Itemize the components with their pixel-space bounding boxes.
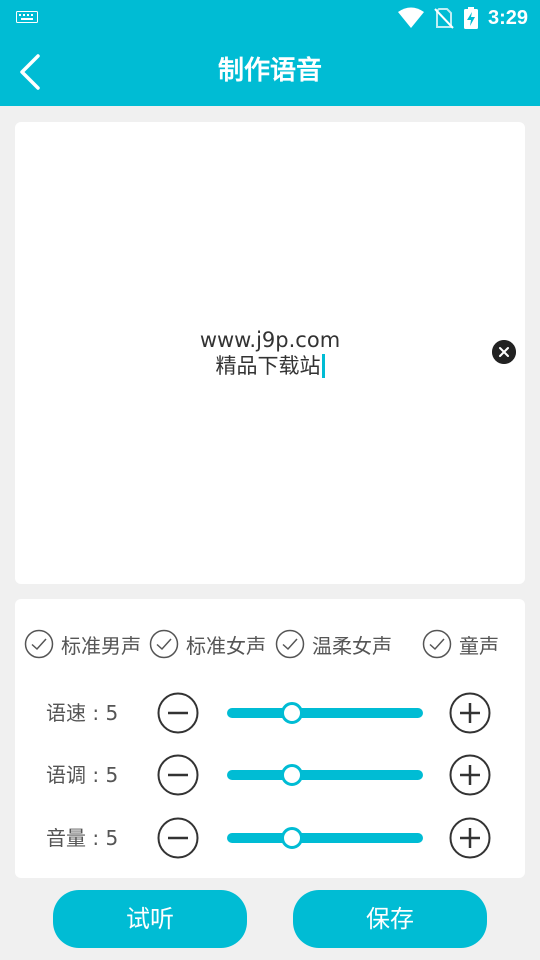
speech-text-input[interactable]: www.j9p.com 精品下载站 (15, 327, 525, 379)
voice-option-label: 标准男声 (61, 633, 141, 658)
voice-option-label: 温柔女声 (312, 633, 392, 658)
text-line-2: 精品下载站 (15, 353, 525, 379)
slider-thumb[interactable] (281, 827, 303, 849)
speed-row: 语速 : 5 (15, 691, 525, 735)
status-time: 3:29 (487, 6, 528, 29)
voice-option-standard-female[interactable]: 标准女声 (149, 629, 266, 659)
no-sim-icon (434, 8, 454, 29)
text-cursor (321, 354, 325, 378)
pitch-decrease-icon[interactable] (157, 754, 199, 796)
text-line-1: www.j9p.com (199, 328, 341, 352)
volume-label: 音量 : 5 (46, 826, 119, 850)
voice-option-child[interactable]: 童声 (422, 629, 499, 659)
speed-label: 语速 : 5 (46, 701, 119, 725)
text-input-card[interactable]: www.j9p.com 精品下载站 (15, 122, 525, 584)
check-circle-icon (24, 629, 54, 659)
slider-track (227, 708, 423, 718)
slider-thumb[interactable] (281, 764, 303, 786)
keyboard-icon (16, 11, 38, 23)
check-circle-icon (275, 629, 305, 659)
clear-text-icon[interactable] (492, 340, 516, 364)
volume-increase-icon[interactable] (449, 817, 491, 859)
speed-slider[interactable] (227, 702, 423, 724)
listen-button[interactable]: 试听 (53, 890, 247, 948)
status-bar: 3:29 (0, 0, 540, 36)
slider-track (227, 833, 423, 843)
check-circle-icon (149, 629, 179, 659)
voice-option-standard-male[interactable]: 标准男声 (24, 629, 141, 659)
speed-increase-icon[interactable] (449, 692, 491, 734)
wifi-icon (397, 7, 424, 28)
voice-settings-card: 标准男声 标准女声 温柔女声 童声 语速 : 5 语调: 5 音量: 5 (15, 599, 525, 878)
text-line-2-content: 精品下载站 (215, 354, 321, 378)
slider-track (227, 770, 423, 780)
page-title: 制作语音 (217, 56, 322, 86)
slider-thumb[interactable] (281, 702, 303, 724)
volume-slider[interactable] (227, 827, 423, 849)
pitch-label: 语调 : 5 (46, 763, 119, 787)
app-bar: 制作语音 (0, 36, 540, 106)
pitch-row: 语调 : 5 (15, 753, 525, 797)
speed-decrease-icon[interactable] (157, 692, 199, 734)
save-button[interactable]: 保存 (293, 890, 487, 948)
volume-row: 音量 : 5 (15, 816, 525, 860)
voice-option-label: 童声 (459, 633, 499, 658)
check-circle-icon (422, 629, 452, 659)
voice-option-gentle-female[interactable]: 温柔女声 (275, 629, 392, 659)
pitch-slider[interactable] (227, 764, 423, 786)
pitch-increase-icon[interactable] (449, 754, 491, 796)
voice-option-label: 标准女声 (186, 633, 266, 658)
battery-charging-icon (463, 7, 478, 29)
volume-decrease-icon[interactable] (157, 817, 199, 859)
